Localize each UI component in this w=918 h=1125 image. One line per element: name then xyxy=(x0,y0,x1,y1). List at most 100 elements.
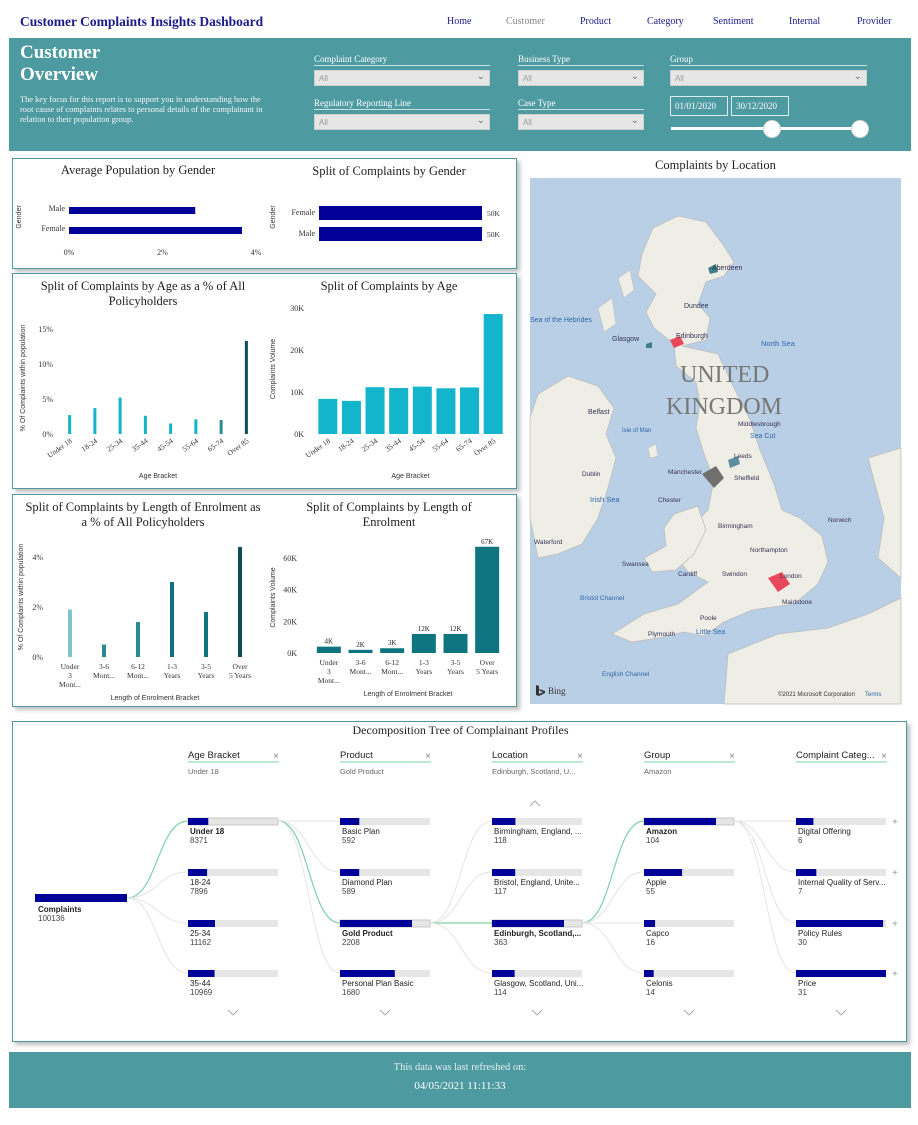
bar xyxy=(170,582,174,657)
column-header: Age Bracket xyxy=(188,750,240,761)
category-label: 65-74 xyxy=(206,436,226,454)
close-icon[interactable]: × xyxy=(425,751,431,762)
close-icon[interactable]: × xyxy=(729,751,735,762)
category-label: 18-24 xyxy=(336,436,356,454)
axis-title: Gender xyxy=(16,205,23,229)
node-bar xyxy=(492,869,516,876)
chevron-down-icon[interactable] xyxy=(683,1009,695,1016)
category-label: Over 85 xyxy=(472,436,497,457)
column-header: Location xyxy=(492,750,528,761)
expand-plus-icon[interactable]: + xyxy=(892,868,898,879)
node-bar xyxy=(644,970,654,977)
node-label: Birmingham, England, ... xyxy=(494,827,582,836)
nav-link-category[interactable]: Category xyxy=(647,16,684,27)
tree-connector xyxy=(277,820,341,873)
filter-label: Business Type xyxy=(518,54,644,66)
bar xyxy=(365,387,385,434)
node-label: Capco xyxy=(646,929,670,938)
node-bar xyxy=(796,920,884,927)
dropdown-value: All xyxy=(523,118,532,127)
expand-plus-icon[interactable]: + xyxy=(892,919,898,930)
node-value: 7896 xyxy=(190,887,208,896)
map-place-label: Swansea xyxy=(622,561,649,568)
tick-label: 10% xyxy=(38,360,53,369)
tick-label: 0K xyxy=(287,649,297,658)
node-bar xyxy=(492,920,564,927)
node-label: Bristol, England, Unite... xyxy=(494,878,580,887)
filter-label: Group xyxy=(670,54,867,66)
node-label: Diamond Plan xyxy=(342,878,392,887)
regulatory-reporting-line-dropdown[interactable]: All ⌄ xyxy=(314,114,490,130)
tree-connector xyxy=(733,820,797,974)
chevron-down-icon[interactable] xyxy=(531,1009,543,1016)
column-header: Group xyxy=(644,750,670,761)
chevron-down-icon[interactable] xyxy=(227,1009,239,1016)
node-bar xyxy=(188,920,215,927)
chevron-up-icon[interactable] xyxy=(529,800,541,807)
enrolment-charts-svg: % Of Complaints within population 0% 2% 4% U… xyxy=(18,538,500,702)
node-track[interactable] xyxy=(644,970,734,977)
chevron-down-icon: ⌄ xyxy=(853,71,862,82)
y-axis-title: Complaints Volume xyxy=(270,567,277,627)
close-icon[interactable]: × xyxy=(273,751,279,762)
node-bar xyxy=(188,970,215,977)
nav-link-sentiment[interactable]: Sentiment xyxy=(713,16,754,27)
business-type-dropdown[interactable]: All ⌄ xyxy=(518,70,644,86)
map-place-label: Cardiff xyxy=(678,571,697,578)
uk-map[interactable]: UNITED KINGDOM Aberdeen Dundee Edinburgh Gl… xyxy=(528,158,903,706)
node-value: 2208 xyxy=(342,938,360,947)
tick-label: 4% xyxy=(32,553,43,562)
nav-link-internal[interactable]: Internal xyxy=(789,16,820,27)
y-axis-title: % Of Complaints within population xyxy=(18,544,25,651)
close-icon[interactable]: × xyxy=(577,751,583,762)
nav-link-home[interactable]: Home xyxy=(447,16,471,27)
tick-label: 0% xyxy=(64,248,75,257)
bar xyxy=(118,397,122,434)
x-axis-title: Length of Enrolment Bracket xyxy=(111,695,200,702)
map-place-label: Irish Sea xyxy=(590,495,620,504)
gender-charts-svg: Gender Male Female 0% 2% 4% Gender Female 50K Ma… xyxy=(16,204,501,257)
node-value: 592 xyxy=(342,836,356,845)
map-place-label: Leeds xyxy=(734,453,752,460)
chevron-down-icon: ⌄ xyxy=(476,71,485,82)
node-value: 14 xyxy=(646,988,655,997)
expand-plus-icon[interactable]: + xyxy=(892,817,898,828)
map-place-label: Norwich xyxy=(828,517,852,524)
nav-link-provider[interactable]: Provider xyxy=(857,16,891,27)
tree-connector xyxy=(126,871,189,899)
tick-label: 2% xyxy=(157,248,168,257)
date-start-input[interactable]: 01/01/2020 xyxy=(670,96,728,116)
category-label: 3-6 Mont... xyxy=(350,658,372,676)
category-label: 3-5 Years xyxy=(198,662,215,680)
tree-connector xyxy=(126,820,189,899)
column-selection: Gold Product xyxy=(340,767,385,776)
nav-link-product[interactable]: Product xyxy=(580,16,611,27)
tree-connector xyxy=(429,922,493,974)
expand-plus-icon[interactable]: + xyxy=(892,969,898,980)
complaint-category-dropdown[interactable]: All ⌄ xyxy=(314,70,490,86)
case-type-dropdown[interactable]: All ⌄ xyxy=(518,114,644,130)
data-label: 67K xyxy=(481,538,493,546)
chevron-down-icon[interactable] xyxy=(379,1009,391,1016)
category-label: 1-3 Years xyxy=(415,658,432,676)
category-label: 45-54 xyxy=(155,436,175,454)
node-track[interactable] xyxy=(644,920,734,927)
dropdown-value: All xyxy=(319,118,328,127)
tick-label: 4% xyxy=(251,248,262,257)
svg-text:UNITED: UNITED xyxy=(680,362,769,388)
map-terms-link[interactable]: Terms xyxy=(865,692,881,698)
tree-connector xyxy=(429,820,493,924)
slider-end-handle[interactable] xyxy=(851,120,869,138)
slider-start-handle[interactable] xyxy=(763,120,781,138)
page-description: The key focus for this report is to supp… xyxy=(20,95,263,124)
group-dropdown[interactable]: All ⌄ xyxy=(670,70,867,86)
date-end-input[interactable]: 30/12/2020 xyxy=(731,96,789,116)
map-place-label: Bristol Channel xyxy=(580,595,625,602)
map-place-label: Sea Cut xyxy=(750,433,775,440)
close-icon[interactable]: × xyxy=(881,751,887,762)
nav-link-customer[interactable]: Customer xyxy=(506,16,545,27)
tick-label: 5% xyxy=(42,395,53,404)
bar xyxy=(68,415,72,434)
map-place-label: Chester xyxy=(658,497,682,504)
chevron-down-icon[interactable] xyxy=(835,1009,847,1016)
